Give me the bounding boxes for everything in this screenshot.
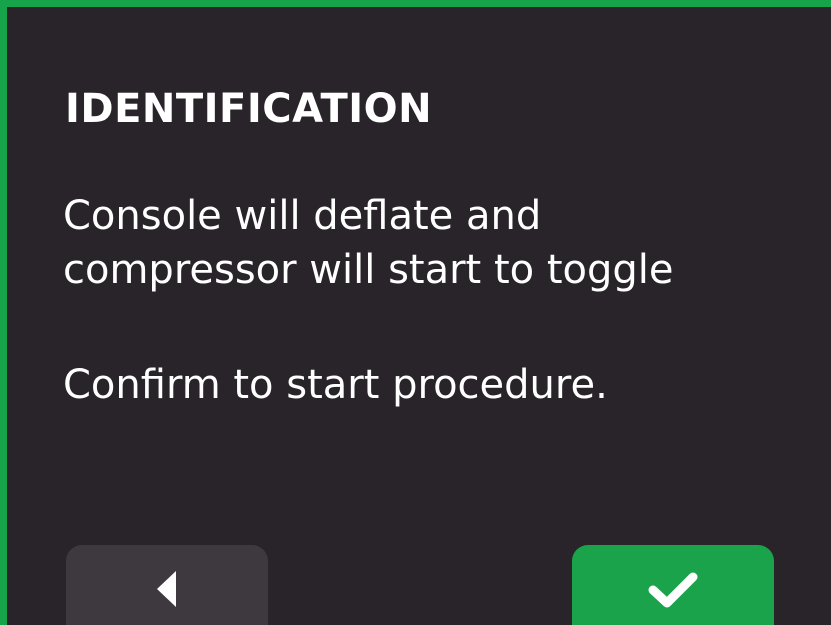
checkmark-icon <box>648 572 698 608</box>
message-line: Console will deflate and <box>63 193 542 239</box>
dialog-title: IDENTIFICATION <box>65 86 433 132</box>
message-line: compressor will start to toggle <box>63 247 674 293</box>
back-button[interactable] <box>66 545 268 625</box>
dialog-message: Console will deflate and compressor will… <box>63 189 674 297</box>
triangle-left-icon <box>157 571 176 607</box>
confirm-button[interactable] <box>572 545 774 625</box>
confirm-prompt: Confirm to start procedure. <box>63 362 608 408</box>
identification-screen: IDENTIFICATION Console will deflate and … <box>0 0 831 625</box>
